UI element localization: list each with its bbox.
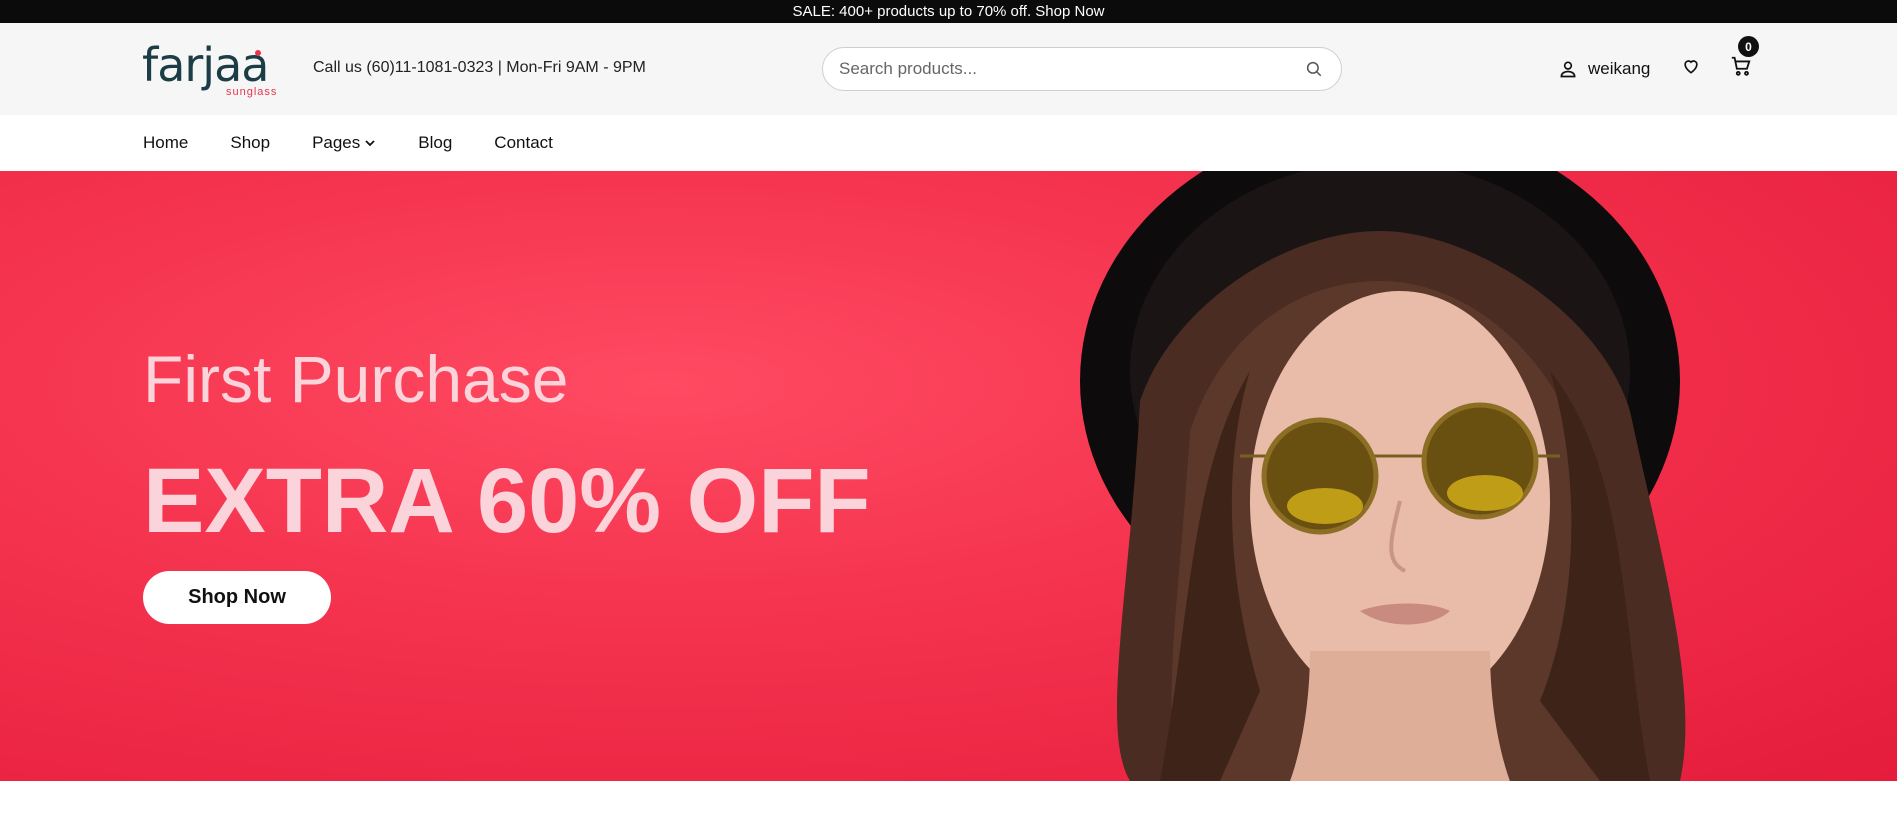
hero-model-image <box>1080 171 1686 781</box>
nav-item-home[interactable]: Home <box>143 133 188 153</box>
search-bar <box>822 47 1342 91</box>
contact-info: Call us (60)11-1081-0323 | Mon-Fri 9AM -… <box>313 59 646 76</box>
shop-now-button[interactable]: Shop Now <box>143 571 331 624</box>
hero-title: EXTRA 60% OFF <box>143 450 871 552</box>
heart-icon[interactable] <box>1681 56 1701 76</box>
site-header: farjaa sunglass Call us (60)11-1081-0323… <box>0 23 1897 115</box>
hero-subtitle: First Purchase <box>143 342 569 416</box>
nav-item-label: Pages <box>312 133 361 152</box>
announcement-bar[interactable]: SALE: 400+ products up to 70% off. Shop … <box>0 0 1897 23</box>
logo-accent-dot <box>255 50 261 56</box>
user-icon <box>1560 61 1576 78</box>
hero-banner: First Purchase EXTRA 60% OFF Shop Now <box>0 171 1897 781</box>
logo-text: farjaa <box>142 38 269 92</box>
nav-item-pages[interactable]: Pages <box>312 133 376 153</box>
nav-item-label: Contact <box>494 133 553 152</box>
search-icon[interactable] <box>1305 60 1323 78</box>
cart-count-badge: 0 <box>1738 36 1759 57</box>
chevron-down-icon <box>365 140 375 147</box>
logo-subtext: sunglass <box>226 86 278 98</box>
cart-icon[interactable] <box>1730 55 1752 77</box>
nav-item-label: Home <box>143 133 189 152</box>
nav-item-blog[interactable]: Blog <box>418 133 452 153</box>
main-nav: Home Shop Pages Blog Contact <box>0 115 1897 171</box>
nav-item-label: Shop <box>230 133 271 152</box>
logo[interactable]: farjaa sunglass <box>142 38 292 99</box>
account-link[interactable]: weikang <box>1558 57 1650 81</box>
search-input[interactable] <box>839 48 1279 90</box>
announcement-text[interactable]: SALE: 400+ products up to 70% off. Shop … <box>792 3 1104 20</box>
nav-item-contact[interactable]: Contact <box>494 133 553 153</box>
nav-item-shop[interactable]: Shop <box>230 133 270 153</box>
nav-item-label: Blog <box>418 133 453 152</box>
username-label: weikang <box>1588 59 1651 78</box>
